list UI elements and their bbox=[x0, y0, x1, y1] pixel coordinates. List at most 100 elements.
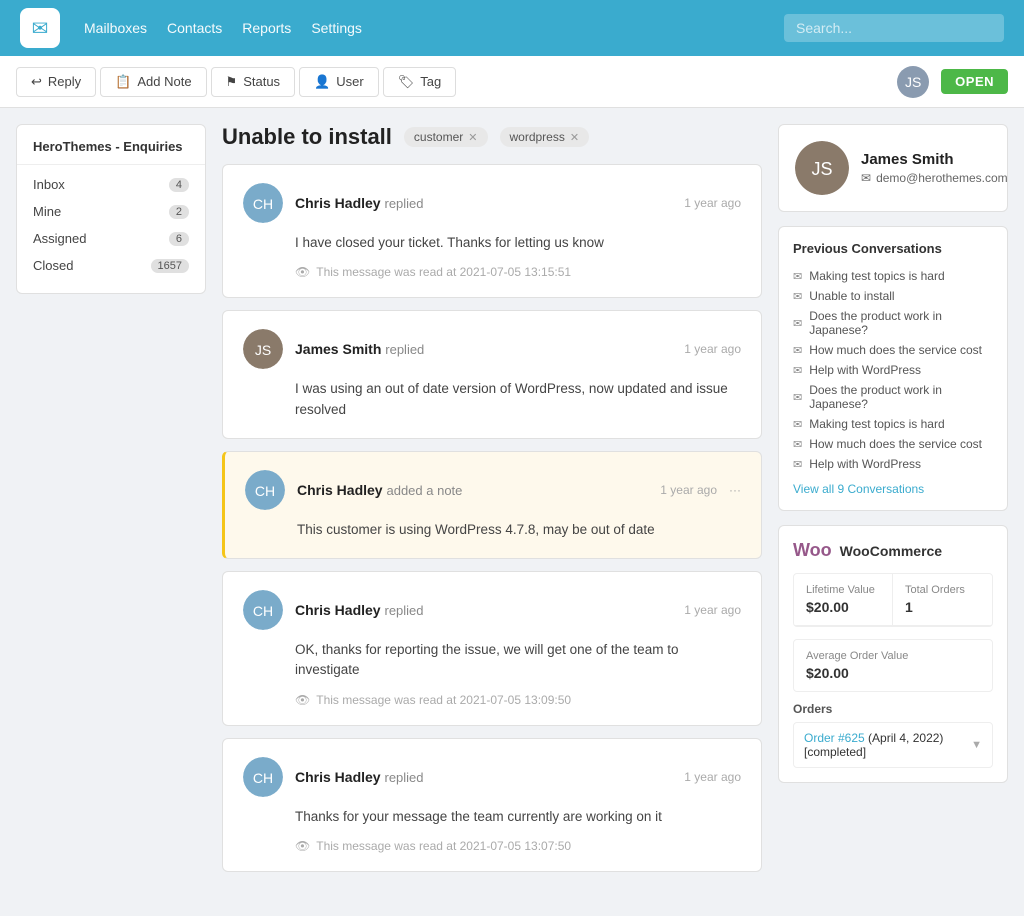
message-1: CH Chris Hadley replied 1 year ago I hav… bbox=[222, 164, 762, 298]
svg-text:CH: CH bbox=[255, 483, 275, 499]
prev-conv-item-6[interactable]: ✉ Does the product work in Japanese? bbox=[793, 380, 993, 414]
eye-icon: 👁 bbox=[295, 265, 310, 279]
message-2: JS James Smith replied 1 year ago I was … bbox=[222, 310, 762, 439]
msg-1-body: I have closed your ticket. Thanks for le… bbox=[243, 233, 741, 253]
svg-text:JS: JS bbox=[811, 159, 832, 179]
note-icon: 📋 bbox=[115, 74, 131, 90]
right-panel: JS James Smith ✉ demo@herothemes.com Pre… bbox=[778, 124, 1008, 884]
prev-conv-item-5[interactable]: ✉ Help with WordPress bbox=[793, 360, 993, 380]
message-5: CH Chris Hadley replied 1 year ago Thank… bbox=[222, 738, 762, 872]
svg-text:JS: JS bbox=[255, 342, 271, 358]
tag-customer: customer ✕ bbox=[404, 127, 488, 147]
chevron-down-icon[interactable]: ▼ bbox=[971, 739, 982, 751]
woo-stats: Lifetime Value $20.00 Total Orders 1 bbox=[793, 573, 993, 627]
nav-links: Mailboxes Contacts Reports Settings bbox=[84, 20, 362, 36]
reply-icon: ↩ bbox=[31, 74, 42, 90]
prev-conv-item-1[interactable]: ✉ Making test topics is hard bbox=[793, 266, 993, 286]
msg-3-body: This customer is using WordPress 4.7.8, … bbox=[245, 520, 741, 540]
prev-conv-item-4[interactable]: ✉ How much does the service cost bbox=[793, 340, 993, 360]
order-date: (April 4, 2022) bbox=[868, 731, 943, 745]
msg-4-meta: Chris Hadley replied bbox=[295, 602, 672, 618]
mail-icon-8: ✉ bbox=[793, 438, 802, 451]
svg-text:CH: CH bbox=[253, 196, 273, 212]
msg-3-meta: Chris Hadley added a note bbox=[297, 482, 648, 498]
contact-email: ✉ demo@herothemes.com bbox=[861, 171, 1008, 185]
contact-avatar: JS bbox=[795, 141, 849, 195]
closed-label: Closed bbox=[33, 258, 73, 273]
sidebar-box: HeroThemes - Enquiries Inbox 4 Mine 2 As… bbox=[16, 124, 206, 294]
nav-settings[interactable]: Settings bbox=[311, 20, 362, 36]
msg-2-body: I was using an out of date version of Wo… bbox=[243, 379, 741, 420]
msg-1-read: 👁 This message was read at 2021-07-05 13… bbox=[243, 265, 741, 279]
svg-text:CH: CH bbox=[253, 603, 273, 619]
prev-conv-item-8[interactable]: ✉ How much does the service cost bbox=[793, 434, 993, 454]
tag-wordpress-remove[interactable]: ✕ bbox=[570, 131, 579, 144]
sidebar-item-assigned[interactable]: Assigned 6 bbox=[17, 225, 205, 252]
msg-1-header: CH Chris Hadley replied 1 year ago bbox=[243, 183, 741, 223]
assigned-label: Assigned bbox=[33, 231, 86, 246]
msg-3-avatar: CH bbox=[245, 470, 285, 510]
svg-text:CH: CH bbox=[253, 770, 273, 786]
sidebar-item-closed[interactable]: Closed 1657 bbox=[17, 252, 205, 279]
sidebar-title: HeroThemes - Enquiries bbox=[17, 139, 205, 165]
msg-1-meta: Chris Hadley replied bbox=[295, 195, 672, 211]
status-button[interactable]: ⚑ Status bbox=[211, 67, 296, 97]
inbox-label: Inbox bbox=[33, 177, 65, 192]
order-status: [completed] bbox=[804, 745, 866, 759]
nav-mailboxes[interactable]: Mailboxes bbox=[84, 20, 147, 36]
mail-icon-7: ✉ bbox=[793, 418, 802, 431]
msg-3-more[interactable]: ··· bbox=[729, 483, 741, 497]
mail-icon-9: ✉ bbox=[793, 458, 802, 471]
search-input[interactable] bbox=[784, 14, 1004, 42]
open-badge: OPEN bbox=[941, 69, 1008, 94]
assigned-count: 6 bbox=[169, 232, 189, 246]
msg-5-avatar: CH bbox=[243, 757, 283, 797]
msg-2-header: JS James Smith replied 1 year ago bbox=[243, 329, 741, 369]
nav-contacts[interactable]: Contacts bbox=[167, 20, 222, 36]
user-button[interactable]: 👤 User bbox=[299, 67, 379, 97]
prev-conv-item-2[interactable]: ✉ Unable to install bbox=[793, 286, 993, 306]
order-row: Order #625 (April 4, 2022) [completed] ▼ bbox=[793, 722, 993, 768]
woo-header: Woo WooCommerce bbox=[793, 540, 993, 561]
msg-4-body: OK, thanks for reporting the issue, we w… bbox=[243, 640, 741, 681]
message-3-note: CH Chris Hadley added a note 1 year ago … bbox=[222, 451, 762, 559]
orders-section: Orders Order #625 (April 4, 2022) [compl… bbox=[793, 702, 993, 768]
order-link[interactable]: Order #625 bbox=[804, 731, 865, 745]
mail-icon-1: ✉ bbox=[793, 270, 802, 283]
msg-3-action: added a note bbox=[386, 483, 462, 498]
msg-2-avatar: JS bbox=[243, 329, 283, 369]
tag-customer-remove[interactable]: ✕ bbox=[468, 131, 477, 144]
nav-reports[interactable]: Reports bbox=[242, 20, 291, 36]
closed-count: 1657 bbox=[151, 259, 189, 273]
mine-label: Mine bbox=[33, 204, 61, 219]
add-note-button[interactable]: 📋 Add Note bbox=[100, 67, 206, 97]
view-all-conversations[interactable]: View all 9 Conversations bbox=[793, 482, 993, 496]
prev-conv-item-9[interactable]: ✉ Help with WordPress bbox=[793, 454, 993, 474]
flag-icon: ⚑ bbox=[226, 74, 238, 90]
tag-button[interactable]: 🏷 Tag bbox=[383, 67, 456, 97]
app-logo: ✉ bbox=[20, 8, 60, 48]
msg-1-action: replied bbox=[384, 196, 423, 211]
reply-button[interactable]: ↩ Reply bbox=[16, 67, 96, 97]
mail-icon-4: ✉ bbox=[793, 344, 802, 357]
tag-icon: 🏷 bbox=[398, 74, 415, 90]
msg-5-read: 👁 This message was read at 2021-07-05 13… bbox=[243, 839, 741, 853]
msg-5-meta: Chris Hadley replied bbox=[295, 769, 672, 785]
woo-title: WooCommerce bbox=[840, 543, 942, 559]
top-nav: ✉ Mailboxes Contacts Reports Settings bbox=[0, 0, 1024, 56]
woo-avg-order: Average Order Value $20.00 bbox=[793, 639, 993, 692]
prev-conversations-box: Previous Conversations ✉ Making test top… bbox=[778, 226, 1008, 511]
woo-total-orders: Total Orders 1 bbox=[893, 574, 992, 626]
mail-icon-3: ✉ bbox=[793, 317, 802, 330]
sidebar-item-mine[interactable]: Mine 2 bbox=[17, 198, 205, 225]
inbox-count: 4 bbox=[169, 178, 189, 192]
prev-conv-item-3[interactable]: ✉ Does the product work in Japanese? bbox=[793, 306, 993, 340]
woo-lifetime-value: Lifetime Value $20.00 bbox=[794, 574, 893, 626]
conv-header: Unable to install customer ✕ wordpress ✕ bbox=[222, 124, 762, 150]
prev-conv-item-7[interactable]: ✉ Making test topics is hard bbox=[793, 414, 993, 434]
sidebar-item-inbox[interactable]: Inbox 4 bbox=[17, 171, 205, 198]
eye-icon-5: 👁 bbox=[295, 839, 310, 853]
msg-5-action: replied bbox=[384, 770, 423, 785]
main-layout: HeroThemes - Enquiries Inbox 4 Mine 2 As… bbox=[0, 108, 1024, 900]
contact-info: James Smith ✉ demo@herothemes.com bbox=[861, 151, 1008, 185]
